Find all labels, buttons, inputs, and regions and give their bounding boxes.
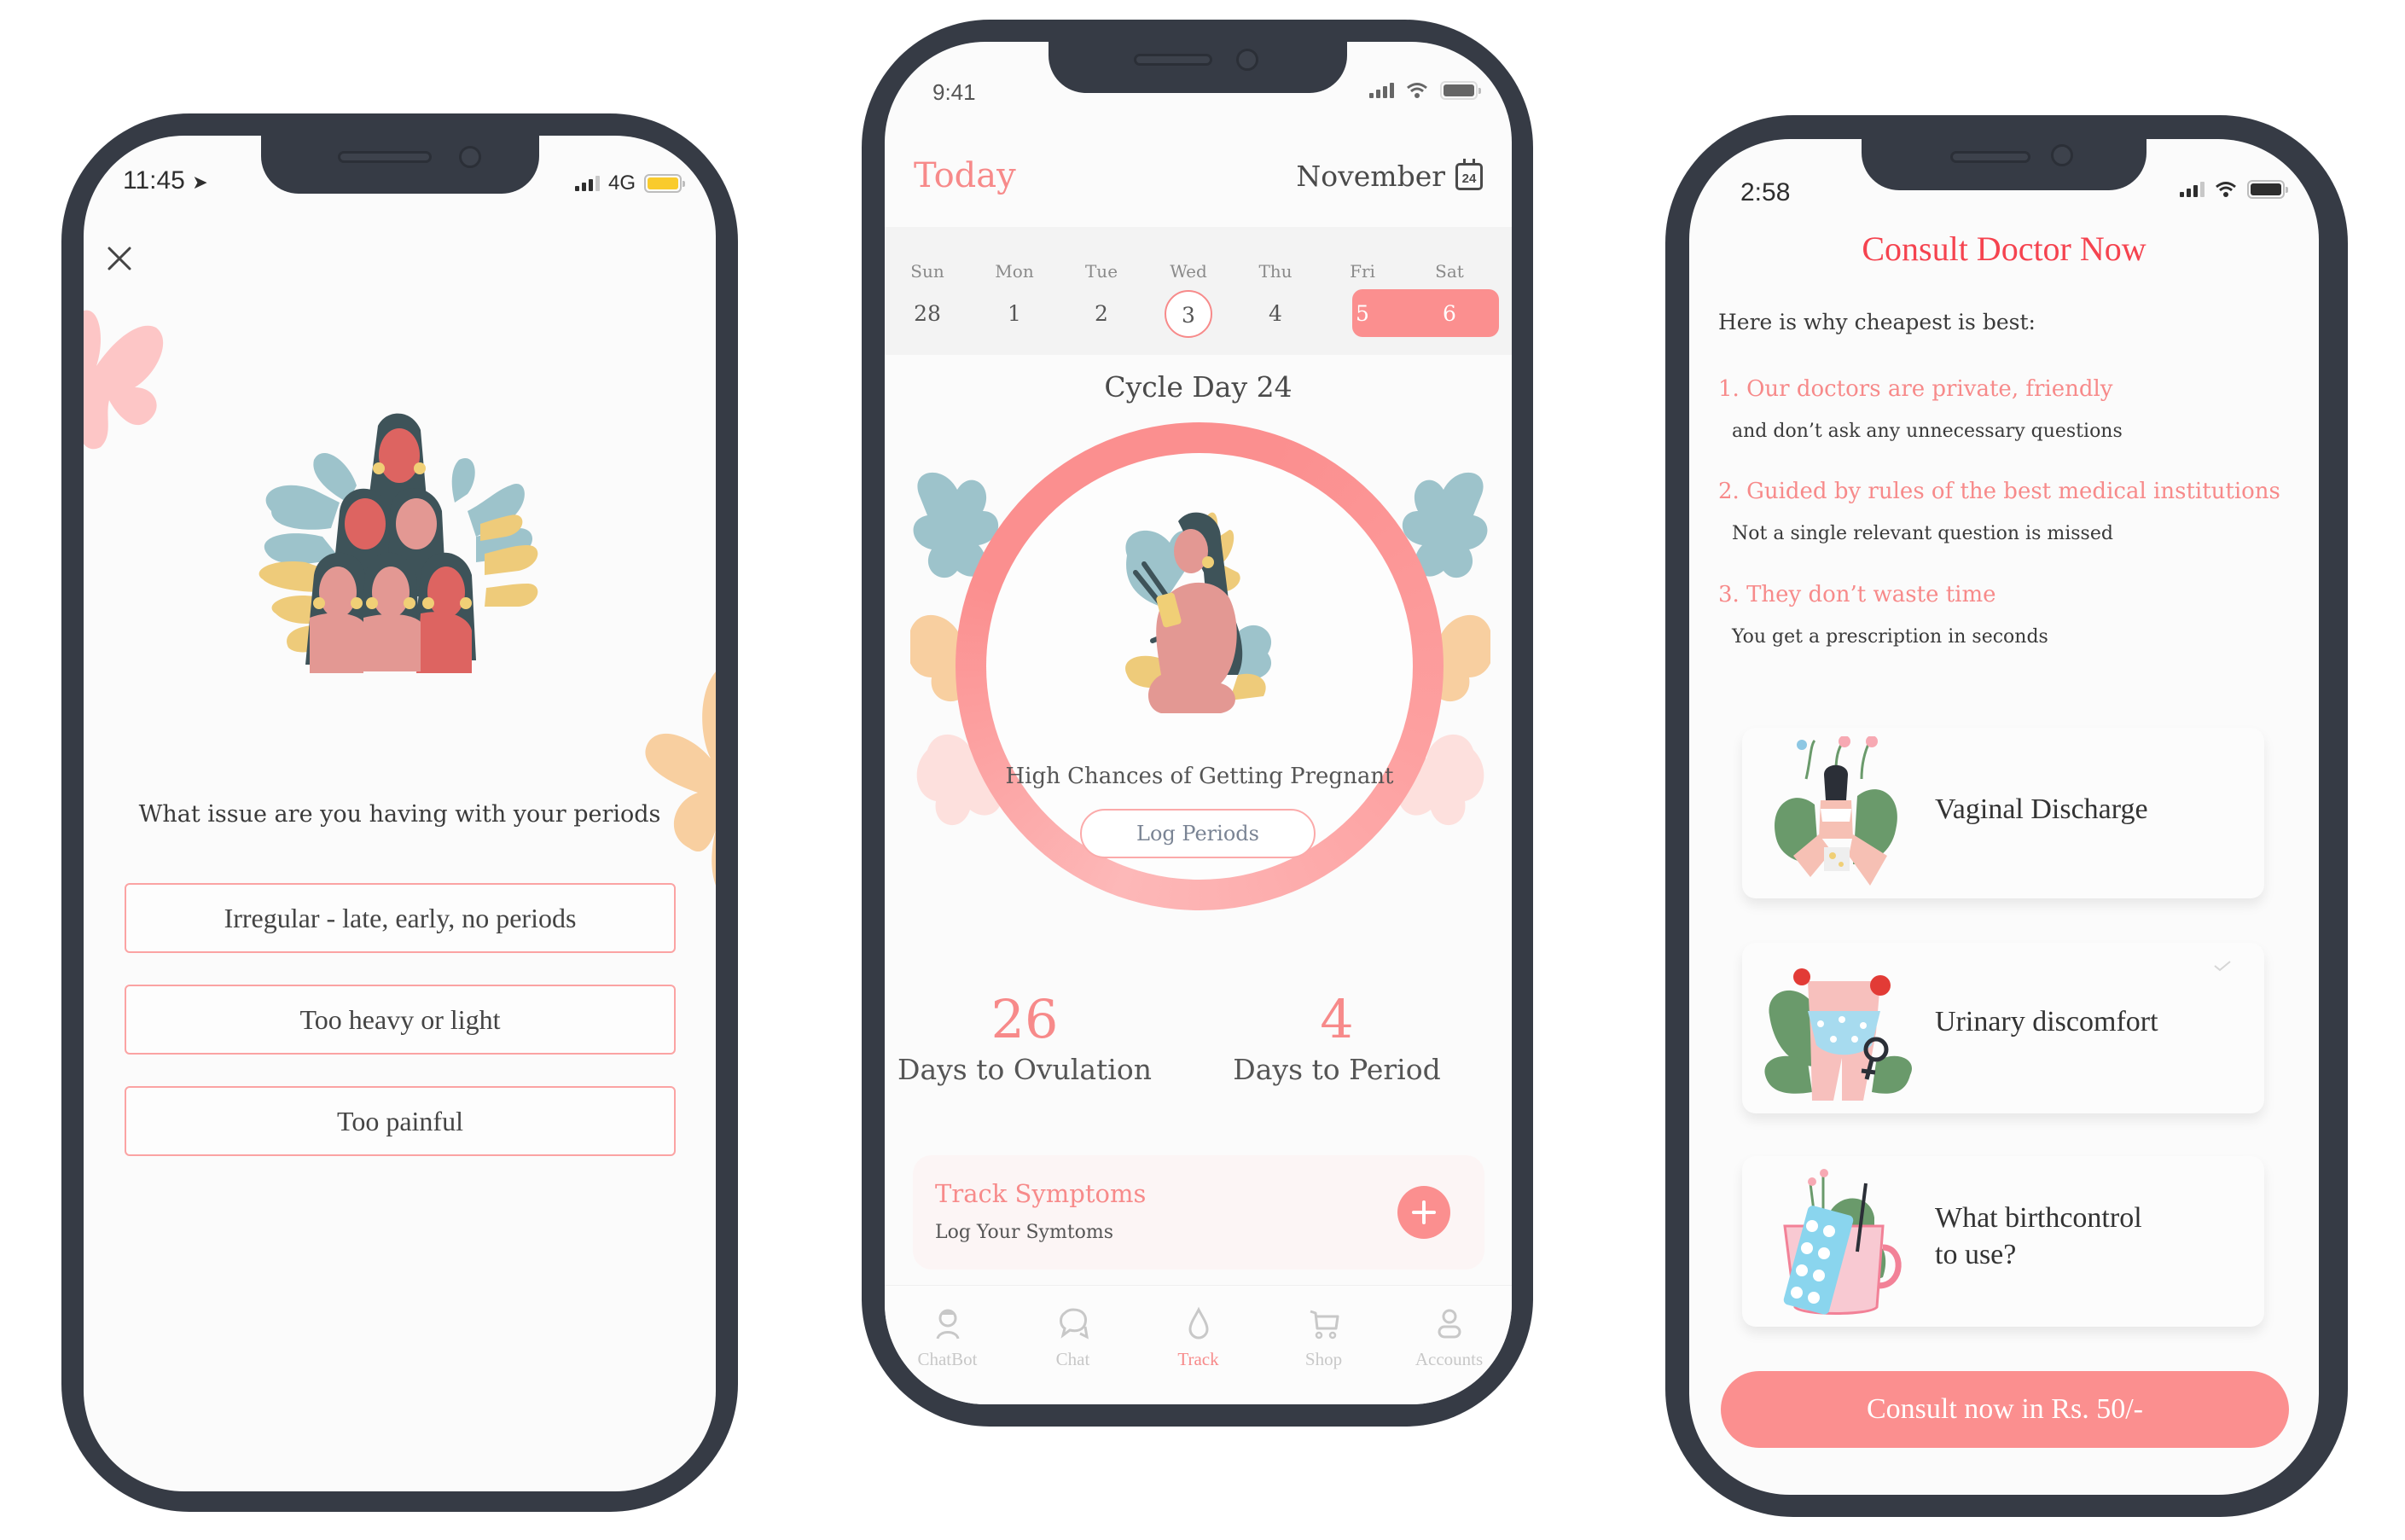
speaker-grille — [1950, 151, 2030, 163]
tab-track[interactable]: Track — [1136, 1286, 1261, 1404]
days-to-period-label: Days to Period — [1233, 1053, 1441, 1086]
days-to-ovulation-label: Days to Ovulation — [898, 1053, 1152, 1086]
battery-icon — [2247, 180, 2288, 199]
status-indicators — [1369, 81, 1481, 100]
reason-2-detail: Not a single relevant question is missed — [1732, 523, 2113, 544]
days-to-ovulation-value: 26 — [990, 988, 1059, 1050]
orange-blob-decoration — [645, 671, 716, 886]
intro-text: Here is why cheapest is best: — [1718, 310, 2036, 334]
notch — [1049, 42, 1347, 93]
wifi-icon — [1407, 83, 1427, 98]
week-strip: Sun 28 Mon 1 Tue 2 Wed 3 Thu 4 Fri 5 Sat 6 — [885, 227, 1512, 355]
cellular-signal-icon — [1369, 83, 1394, 98]
reason-1-detail: and don’t ask any unnecessary questions — [1732, 421, 2123, 442]
status-time: 9:41 — [932, 79, 976, 105]
month-label: November — [1296, 160, 1445, 193]
consult-now-button[interactable]: Consult now in Rs. 50/- — [1721, 1371, 2289, 1448]
speaker-grille — [338, 151, 432, 163]
speaker-grille — [1134, 54, 1212, 66]
battery-icon — [644, 174, 685, 193]
pink-blob-decoration — [84, 310, 164, 450]
cellular-signal-icon — [2180, 182, 2205, 197]
front-camera — [1236, 49, 1258, 71]
fertility-status-message: High Chances of Getting Pregnant — [1005, 764, 1394, 789]
chat-bubble-icon — [1059, 1308, 1089, 1340]
cellular-signal-icon — [574, 176, 600, 191]
check-icon — [2214, 961, 2231, 972]
issue-card-urinary-discomfort[interactable]: Urinary discomfort — [1742, 943, 2264, 1113]
month-selector[interactable]: November 24 — [1296, 158, 1483, 193]
consult-screen: 2:58 Consult Doctor Now Here is why chea… — [1689, 139, 2319, 1495]
status-time: 11:45 ➤ — [123, 166, 208, 195]
reason-3-heading: 3. They don’t waste time — [1718, 582, 1996, 607]
drop-icon — [1188, 1306, 1209, 1340]
front-camera — [459, 146, 481, 168]
days-to-period-stat: 4 Days to Period — [1192, 988, 1482, 1087]
issue-label: Vaginal Discharge — [1935, 793, 2148, 825]
phone-frame-tracker: 9:41 Today November 24 Sun 28 Mon 1 Tue 2 W… — [862, 20, 1533, 1427]
phone-frame-questionnaire: 11:45 ➤ 4G What issue are you having wit… — [61, 113, 738, 1512]
phone-frame-consult: 2:58 Consult Doctor Now Here is why chea… — [1665, 115, 2348, 1517]
option-too-painful[interactable]: Too painful — [125, 1086, 676, 1156]
chatbot-icon — [936, 1309, 959, 1340]
front-camera — [2051, 144, 2073, 166]
woman-with-cup-illustration — [1125, 512, 1272, 713]
ring-inner: High Chances of Getting Pregnant Log Per… — [986, 453, 1413, 880]
log-periods-button[interactable]: Log Periods — [1080, 809, 1316, 858]
status-time: 2:58 — [1740, 178, 1791, 206]
reason-3-detail: You get a prescription in seconds — [1732, 626, 2048, 648]
track-symptoms-title: Track Symptoms — [935, 1179, 1147, 1208]
page-title-today: Today — [914, 156, 1016, 195]
status-indicators: 4G — [574, 171, 685, 195]
cycle-progress-ring: High Chances of Getting Pregnant Log Per… — [956, 422, 1444, 910]
women-group-illustration — [259, 413, 538, 673]
urinary-discomfort-illustration — [1764, 968, 1912, 1101]
questionnaire-screen: 11:45 ➤ 4G What issue are you having wit… — [84, 136, 716, 1491]
tab-shop[interactable]: Shop — [1261, 1286, 1386, 1404]
notch — [261, 136, 539, 194]
issue-card-vaginal-discharge[interactable]: Vaginal Discharge — [1742, 728, 2264, 898]
option-irregular[interactable]: Irregular - late, early, no periods — [125, 883, 676, 953]
tab-chatbot[interactable]: ChatBot — [885, 1286, 1010, 1404]
wifi-icon — [2216, 182, 2236, 197]
close-icon[interactable] — [102, 241, 137, 276]
tracker-screen: 9:41 Today November 24 Sun 28 Mon 1 Tue 2 W… — [885, 42, 1512, 1404]
birth-control-illustration — [1783, 1169, 1902, 1315]
add-symptom-button[interactable] — [1397, 1186, 1450, 1239]
location-arrow-icon: ➤ — [192, 171, 208, 193]
user-icon — [1438, 1309, 1461, 1339]
reason-1-heading: 1. Our doctors are private, friendly — [1718, 376, 2113, 402]
question-text: What issue are you having with your peri… — [138, 801, 661, 828]
network-type: 4G — [607, 171, 636, 195]
page-title: Consult Doctor Now — [1862, 230, 2146, 268]
issue-label: Urinary discomfort — [1935, 1006, 2158, 1037]
notch — [1862, 139, 2146, 190]
track-symptoms-subtitle: Log Your Symtoms — [935, 1222, 1114, 1243]
cycle-day-label: Cycle Day 24 — [1104, 370, 1293, 404]
issue-label: What birthcontrol to use? — [1935, 1202, 2142, 1270]
issue-card-birth-control[interactable]: What birthcontrol to use? — [1742, 1156, 2264, 1327]
tab-accounts[interactable]: Accounts — [1386, 1286, 1512, 1404]
days-to-ovulation-stat: 26 Days to Ovulation — [885, 988, 1170, 1087]
option-too-heavy-or-light[interactable]: Too heavy or light — [125, 985, 676, 1055]
reason-2-heading: 2. Guided by rules of the best medical i… — [1718, 479, 2280, 504]
days-to-period-value: 4 — [1320, 988, 1354, 1050]
vaginal-discharge-illustration — [1775, 736, 1897, 886]
calendar-icon[interactable]: 24 — [1455, 158, 1483, 190]
track-symptoms-card[interactable]: Track Symptoms Log Your Symtoms — [913, 1155, 1484, 1270]
battery-icon — [1440, 81, 1481, 100]
tab-chat[interactable]: Chat — [1010, 1286, 1136, 1404]
bottom-tab-bar: ChatBot Chat Track Shop Accounts — [885, 1285, 1512, 1404]
cart-icon — [1310, 1310, 1339, 1340]
status-indicators — [2180, 180, 2288, 199]
